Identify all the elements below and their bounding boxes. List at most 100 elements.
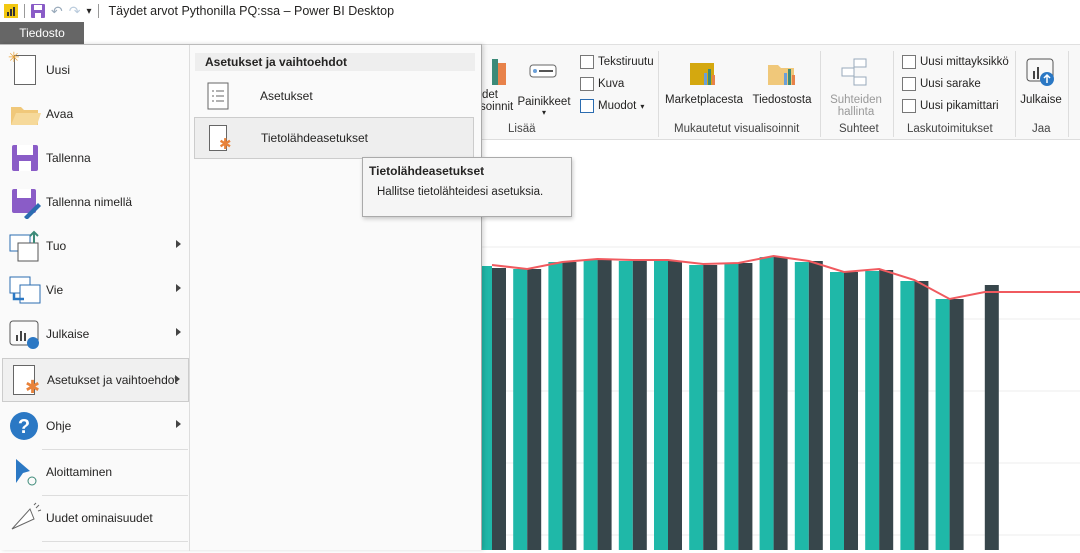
submenu-header: Asetukset ja vaihtoehdot xyxy=(195,53,475,71)
submenu-arrow-icon xyxy=(176,328,181,336)
document-gear-icon: ✱ xyxy=(9,363,43,397)
save-icon[interactable] xyxy=(31,4,45,18)
uusi-pikamittari-button[interactable]: Uusi pikamittari xyxy=(902,99,999,113)
bar-series-2 xyxy=(844,272,858,550)
window-title: Täydet arvot Pythonilla PQ:ssa – Power B… xyxy=(108,4,395,18)
bar-series-1 xyxy=(759,257,774,550)
menu-item-asetukset-ja-vaihtoehdot[interactable]: ✱ Asetukset ja vaihtoehdot xyxy=(2,358,189,402)
marketplacesta-button[interactable]: Marketplacesta xyxy=(664,57,744,106)
undo-icon[interactable]: ↶ xyxy=(51,3,63,20)
save-icon xyxy=(12,145,38,171)
bar-series-2 xyxy=(668,261,682,550)
menu-item-tallenna[interactable]: Tallenna xyxy=(2,136,189,180)
suhteiden-hallinta-button[interactable]: Suhteiden hallinta xyxy=(824,57,888,118)
publish-icon xyxy=(1026,58,1054,86)
megaphone-icon xyxy=(11,502,42,530)
muodot-button[interactable]: Muodot ▾ xyxy=(580,99,644,113)
submenu-arrow-icon xyxy=(175,375,180,383)
svg-text:?: ? xyxy=(18,416,30,438)
file-menu: ✳ Uusi Avaa Tallenna Tallenna nimellä Tu… xyxy=(0,44,482,551)
menu-item-aloittaminen[interactable]: Aloittaminen xyxy=(2,450,189,494)
document-gear-icon: ✱ xyxy=(207,123,233,153)
folder-open-icon xyxy=(11,107,41,125)
bar-series-2 xyxy=(773,257,788,550)
menu-item-ohje[interactable]: ? Ohje xyxy=(2,404,189,448)
bar-series-1 xyxy=(830,272,844,550)
bar-series-1 xyxy=(583,260,598,550)
bar-series-2 xyxy=(949,299,964,550)
menu-item-vie[interactable]: Vie xyxy=(2,268,189,312)
bar-series-2 xyxy=(527,269,542,550)
group-mukautetut: Mukautetut visualisoinnit xyxy=(674,123,800,135)
publish-icon xyxy=(9,320,39,349)
tiedostosta-button[interactable]: Tiedostosta xyxy=(750,57,814,106)
customize-toolbar-icon[interactable]: ▾ xyxy=(86,6,91,17)
bar-series-1 xyxy=(935,299,950,550)
bar-series-2 xyxy=(703,265,718,550)
uusi-mittayksikko-button[interactable]: Uusi mittayksikkö xyxy=(902,55,1009,69)
bar-series-2 xyxy=(914,281,929,550)
bar-series-1 xyxy=(724,264,739,550)
bar-series-1 xyxy=(618,261,633,550)
getting-started-icon xyxy=(16,459,37,486)
import-icon xyxy=(9,230,39,262)
submenu-asetukset: Asetukset ja vaihtoehdot Asetukset ✱ Tie… xyxy=(191,45,481,551)
visuals-button-partial[interactable]: det soinnit xyxy=(480,55,516,113)
submenu-item-asetukset[interactable]: Asetukset xyxy=(194,75,474,117)
image-icon xyxy=(580,77,594,91)
bar-series-2 xyxy=(879,270,894,550)
group-laskutoimitukset: Laskutoimitukset xyxy=(907,123,993,135)
submenu-item-tietolahdeasetukset[interactable]: ✱ Tietolähdeasetukset xyxy=(194,117,474,159)
bar-series-1 xyxy=(865,271,880,550)
bar-series-1 xyxy=(794,262,809,550)
title-bar: ↶ ↷ ▾ Täydet arvot Pythonilla PQ:ssa – P… xyxy=(0,0,1080,22)
relationships-icon xyxy=(841,58,867,86)
bar-series-2 xyxy=(738,263,753,550)
tekstiruutu-button[interactable]: Tekstiruutu xyxy=(580,55,654,69)
help-icon: ? xyxy=(10,412,38,440)
tab-tiedosto[interactable]: Tiedosto xyxy=(0,22,84,44)
folder-chart-icon xyxy=(768,65,795,85)
bar-series-2 xyxy=(597,260,612,550)
menu-item-tuo[interactable]: Tuo xyxy=(2,224,189,268)
save-as-icon xyxy=(12,189,41,219)
bar-series-1 xyxy=(513,269,528,550)
menu-item-tallenna-nimella[interactable]: Tallenna nimellä xyxy=(2,180,189,224)
export-icon xyxy=(9,276,41,304)
menu-item-julkaise[interactable]: Julkaise xyxy=(2,312,189,356)
table-column-icon xyxy=(902,77,916,91)
chart-icon xyxy=(492,59,506,85)
group-lisaa: Lisää xyxy=(508,123,536,135)
bar-series-1 xyxy=(654,261,668,550)
marketplace-icon xyxy=(690,63,715,85)
bar-series-2 xyxy=(492,268,506,550)
submenu-arrow-icon xyxy=(176,420,181,428)
shapes-icon xyxy=(580,99,594,113)
painikkeet-button[interactable]: Painikkeet ▾ xyxy=(516,59,572,117)
power-bi-logo-icon xyxy=(4,4,18,18)
redo-icon[interactable]: ↷ xyxy=(69,3,81,20)
menu-item-avaa[interactable]: Avaa xyxy=(2,92,189,136)
kuva-button[interactable]: Kuva xyxy=(580,77,624,91)
bar-series-2 xyxy=(808,261,823,550)
submenu-arrow-icon xyxy=(176,284,181,292)
bar-series-2 xyxy=(632,261,647,550)
julkaise-ribbon-button[interactable]: Julkaise xyxy=(1018,57,1064,106)
submenu-arrow-icon xyxy=(176,240,181,248)
file-menu-list: ✳ Uusi Avaa Tallenna Tallenna nimellä Tu… xyxy=(0,45,190,551)
tooltip: Tietolähdeasetukset Hallitse tietolähtei… xyxy=(362,157,572,217)
bar-series-2 xyxy=(984,285,999,550)
calculator-icon xyxy=(902,55,916,69)
menu-item-uusi[interactable]: ✳ Uusi xyxy=(2,48,189,92)
group-jaa: Jaa xyxy=(1032,123,1051,135)
quick-measure-icon xyxy=(902,99,916,113)
bar-series-2 xyxy=(562,262,577,550)
menu-item-uudet-ominaisuudet[interactable]: Uudet ominaisuudet xyxy=(2,496,189,540)
bar-series-1 xyxy=(900,281,915,550)
bar-series-1 xyxy=(689,265,704,550)
uusi-sarake-button[interactable]: Uusi sarake xyxy=(902,77,981,91)
button-icon xyxy=(529,64,557,78)
settings-list-icon xyxy=(207,82,229,110)
textbox-icon xyxy=(580,55,594,69)
group-suhteet: Suhteet xyxy=(839,123,879,135)
